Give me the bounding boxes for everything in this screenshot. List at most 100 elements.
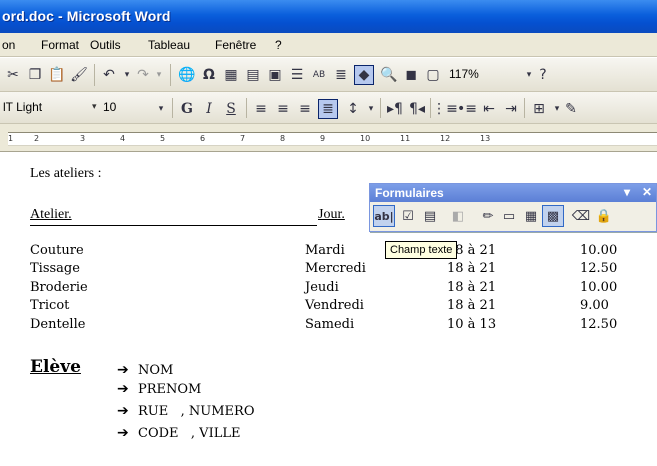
insert-table-icon[interactable]: ▭ [498,205,520,227]
field-shading-icon[interactable]: ▩ [542,205,564,227]
line-spacing-icon[interactable]: ↕ [344,100,362,118]
table-row-heures: 10 à 13 [447,317,497,332]
paste-icon[interactable]: 📋 [48,66,66,84]
bullets-icon[interactable]: •≡ [457,100,477,118]
copy-icon[interactable]: ❐ [26,66,44,84]
zoom-combo[interactable]: 117% [446,65,516,85]
ruler-tick: 12 [440,134,451,143]
table-row-jour: Samedi [305,317,355,332]
ruler-tick: 1 [8,134,14,143]
table-row-prix: 12.50 [580,317,618,332]
arrow-right-icon: ➔ [117,362,129,378]
insert-frame-icon[interactable]: ▦ [520,205,542,227]
bold-button[interactable]: G [178,100,196,118]
line-spacing-dropdown-icon[interactable]: ▾ [362,100,380,118]
eleve-label: Elève [30,357,81,377]
doc-heading: Les ateliers : [30,166,102,181]
increase-indent-icon[interactable]: ⇥ [502,100,520,118]
columns-icon[interactable]: ☰ [288,66,306,84]
ruler-tick: 7 [240,134,246,143]
font-size-value: 10 [103,100,117,114]
eleve-field: PRENOM [138,382,202,397]
text-field-button[interactable]: ab| [373,205,395,227]
font-name-combo[interactable]: lT Light [0,98,80,118]
menu-item-help[interactable]: ? [275,38,282,52]
document-map-icon[interactable]: 🔍 [380,66,398,84]
toolbar-options-icon[interactable]: ▾ [624,185,630,199]
menu-item-fenetre[interactable]: Fenêtre [215,38,256,52]
menu-item-format[interactable]: Format [41,38,79,52]
hyperlink-icon[interactable]: 🌐 [178,66,196,84]
table-row-heures: 18 à 21 [447,261,497,276]
font-dropdown-icon: ▾ [92,101,97,111]
justify-icon[interactable]: ≣ [318,99,338,119]
eleve-field: RUE , NUMERO [138,404,255,419]
align-right-icon[interactable]: ≡ [296,100,314,118]
ruler-tick: 2 [34,134,40,143]
table-row-heures: 18 à 21 [447,298,497,313]
symbol-icon[interactable]: Ω [200,66,218,84]
menu-item-insertion[interactable]: on [2,38,15,52]
arrow-right-icon: ➔ [117,381,129,397]
underline-button[interactable]: S [222,100,240,118]
column-header-atelier: Atelier. [30,207,72,222]
ruler-tick: 6 [200,134,206,143]
draw-table-icon[interactable]: ✏ [477,205,499,227]
menu-item-tableau[interactable]: Tableau [148,38,190,52]
ruler-tick: 5 [160,134,166,143]
list-icon[interactable]: ≣ [332,66,350,84]
show-hide-icon[interactable]: ◼ [402,66,420,84]
highlight-icon[interactable]: ✎ [562,100,580,118]
table-row-jour: Vendredi [305,298,364,313]
italic-button[interactable]: I [200,100,218,118]
numbering-icon[interactable]: ⋮≡ [432,100,458,118]
column-header-jour: Jour. [318,207,345,222]
forms-toolbar-title: Formulaires [375,186,444,200]
wordart-icon[interactable]: AB [310,66,328,84]
rtl-icon[interactable]: ¶◂ [408,100,426,118]
table-row-prix: 9.00 [580,298,609,313]
ruler-tick: 10 [360,134,371,143]
print-preview-icon[interactable]: ▢ [424,66,442,84]
insert-table-icon[interactable]: ▤ [244,66,262,84]
ruler[interactable]: 1 2 3 4 5 6 7 8 9 10 11 12 13 [0,124,657,152]
table-row-prix: 10.00 [580,243,618,258]
format-painter-icon[interactable]: 🖌 [70,66,88,84]
insert-excel-icon[interactable]: ▣ [266,66,284,84]
menu-bar: on Format Outils Tableau Fenêtre ? [0,33,657,57]
tables-borders-icon[interactable]: ▦ [222,66,240,84]
menu-item-outils[interactable]: Outils [90,38,121,52]
font-size-dropdown-icon[interactable]: ▾ [152,100,170,118]
decrease-indent-icon[interactable]: ⇤ [480,100,498,118]
table-row-atelier: Tissage [30,261,80,276]
borders-icon[interactable]: ⊞ [530,100,548,118]
table-row-prix: 12.50 [580,261,618,276]
redo-dropdown-icon[interactable]: ▾ [150,66,168,84]
ruler-tick: 9 [320,134,326,143]
checkbox-icon[interactable]: ☑ [397,205,419,227]
font-name-value: lT Light [3,100,43,114]
table-row-atelier: Tricot [30,298,70,313]
ltr-icon[interactable]: ▸¶ [386,100,404,118]
ruler-strip: 1 2 3 4 5 6 7 8 9 10 11 12 13 [8,132,657,146]
zoom-value: 117% [449,67,479,81]
ruler-tick: 8 [280,134,286,143]
align-center-icon[interactable]: ≡ [274,100,292,118]
table-row-jour: Mardi [305,243,345,258]
forms-toolbar[interactable]: Formulaires ▾ ✕ ab| ☑ ▤ ◧ ✏ ▭ ▦ ▩ ⌫ 🔒 [369,183,657,232]
field-options-icon[interactable]: ◧ [447,205,469,227]
table-row-atelier: Dentelle [30,317,86,332]
forms-toolbar-header[interactable]: Formulaires ▾ ✕ [370,184,656,202]
cut-icon[interactable]: ✂ [4,66,22,84]
drawing-icon[interactable]: ◆ [354,65,374,85]
reset-fields-icon[interactable]: ⌫ [570,205,592,227]
help-icon[interactable]: ? [534,66,552,84]
eleve-field: NOM [138,363,174,378]
protect-form-icon[interactable]: 🔒 [593,205,615,227]
standard-toolbar: ✂ ❐ 📋 🖌 ↶ ▾ ↷ ▾ 🌐 Ω ▦ ▤ ▣ ☰ AB ≣ ◆ 🔍 ◼ ▢… [0,58,657,92]
close-icon[interactable]: ✕ [642,185,652,199]
font-size-combo[interactable]: ▾ 10 [88,98,146,118]
align-left-icon[interactable]: ≡ [252,100,270,118]
undo-icon[interactable]: ↶ [100,66,118,84]
dropdown-field-icon[interactable]: ▤ [419,205,441,227]
